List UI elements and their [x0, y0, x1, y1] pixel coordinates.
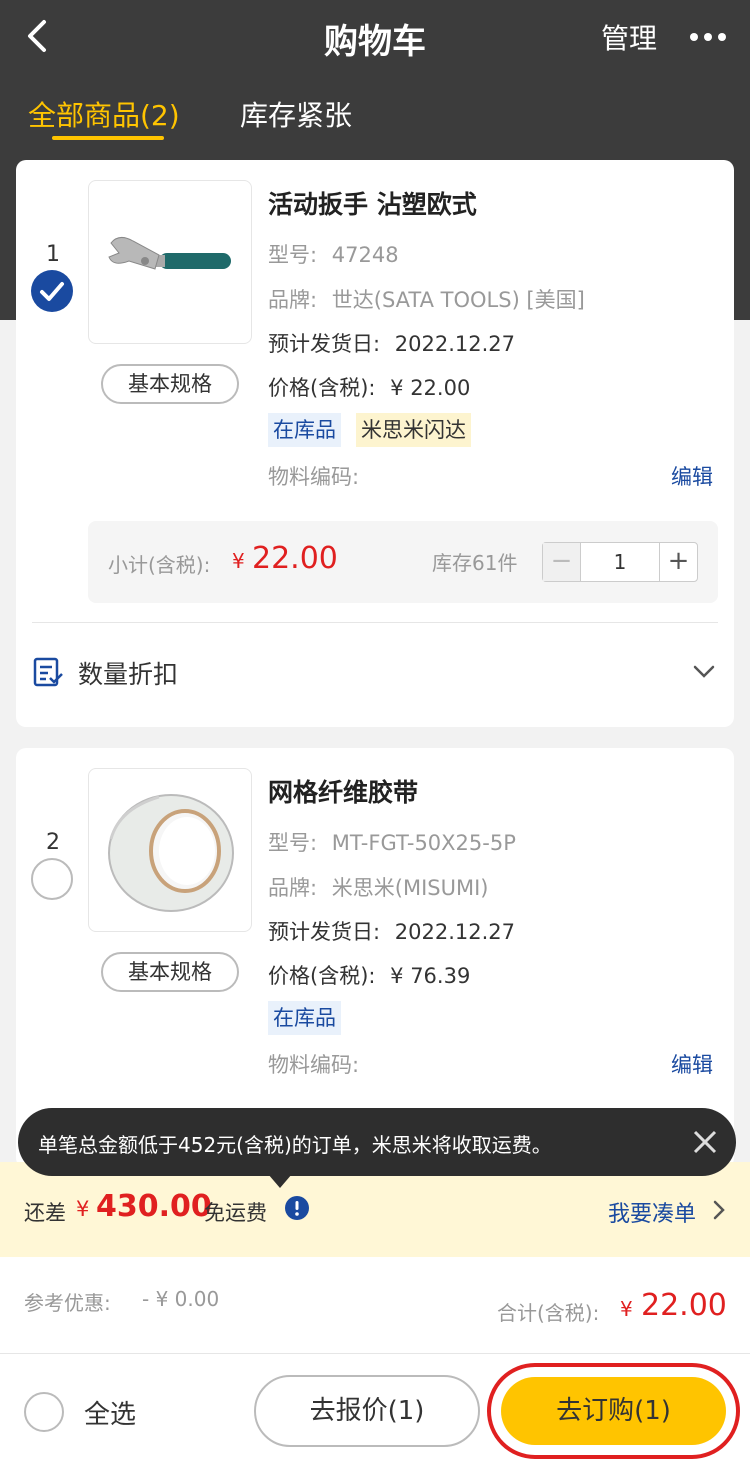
- stock-count: 库存61件: [432, 551, 518, 575]
- select-all-checkbox[interactable]: [24, 1392, 64, 1432]
- model-value: 47248: [331, 243, 399, 267]
- order-button-highlight: 去订购(1): [487, 1363, 740, 1459]
- ship-date-row: 预计发货日: 2022.12.27: [268, 916, 515, 946]
- material-code-row: 物料编码:: [268, 1049, 359, 1079]
- reference-discount-label: 参考优惠:: [24, 1291, 111, 1315]
- brand-label: 品牌:: [268, 876, 318, 900]
- order-button[interactable]: 去订购(1): [501, 1377, 726, 1445]
- price-row: 价格(含税): ¥ 22.00: [268, 372, 470, 402]
- divider: [32, 622, 718, 623]
- order-summary: 参考优惠: - ¥ 0.00 合计(含税): ¥ 22.00: [0, 1257, 750, 1353]
- price-row: 价格(含税): ¥ 76.39: [268, 960, 470, 990]
- price-label: 价格(含税):: [268, 964, 376, 988]
- brand-row: 品牌: 世达(SATA TOOLS) [美国]: [268, 284, 585, 314]
- quantity-stepper: − 1 +: [542, 542, 698, 582]
- item-index: 1: [46, 242, 60, 267]
- spec-button[interactable]: 基本规格: [101, 364, 239, 404]
- brand-label: 品牌:: [268, 288, 318, 312]
- close-icon[interactable]: [688, 1125, 722, 1159]
- tooltip-arrow: [268, 1174, 292, 1188]
- tab-low-stock[interactable]: 库存紧张: [240, 94, 352, 134]
- shipping-suffix: 免运费: [204, 1201, 267, 1225]
- bottom-action-bar: 全选 去报价(1) 去订购(1): [0, 1353, 750, 1466]
- price-value: ¥ 76.39: [390, 964, 471, 988]
- in-stock-tag: 在库品: [268, 1001, 341, 1035]
- info-icon[interactable]: [284, 1195, 310, 1221]
- quantity-input[interactable]: 1: [581, 543, 659, 581]
- ship-date-label: 预计发货日:: [268, 920, 381, 944]
- total-currency: ¥: [620, 1297, 633, 1321]
- ship-date-row: 预计发货日: 2022.12.27: [268, 328, 515, 358]
- item-checkbox-unchecked[interactable]: [31, 858, 73, 900]
- cart-item-card: 1 基本规格 活动扳手 沾塑欧式 型号: 47248 品牌: 世达(SATA T…: [16, 160, 734, 727]
- subtotal-value: 22.00: [252, 541, 338, 576]
- model-label: 型号:: [268, 831, 318, 855]
- tag-row: 在库品 米思米闪达: [268, 413, 568, 447]
- price-label: 价格(含税):: [268, 376, 376, 400]
- material-code-row: 物料编码:: [268, 461, 359, 491]
- fast-ship-tag: 米思米闪达: [356, 413, 471, 447]
- shipping-currency: ¥: [76, 1197, 90, 1221]
- item-index: 2: [46, 830, 60, 855]
- in-stock-tag: 在库品: [268, 413, 341, 447]
- tag-row: 在库品: [268, 1001, 568, 1035]
- tab-all-products[interactable]: 全部商品(2): [28, 94, 180, 134]
- quantity-plus-button[interactable]: +: [659, 543, 697, 581]
- subtotal-box: 小计(含税): ¥ 22.00 库存61件 − 1 +: [88, 521, 718, 603]
- shipping-prefix: 还差: [24, 1201, 66, 1225]
- ship-date-value: 2022.12.27: [394, 332, 516, 356]
- chevron-down-icon[interactable]: [692, 662, 716, 682]
- subtotal-label: 小计(含税):: [108, 553, 211, 577]
- total-value: 22.00: [641, 1288, 727, 1323]
- ship-date-label: 预计发货日:: [268, 332, 381, 356]
- brand-row: 品牌: 米思米(MISUMI): [268, 872, 488, 902]
- quantity-discount-label[interactable]: 数量折扣: [78, 655, 178, 691]
- edit-link[interactable]: 编辑: [671, 461, 713, 491]
- reference-discount-value: - ¥ 0.00: [142, 1287, 220, 1311]
- chevron-right-icon[interactable]: [712, 1199, 726, 1221]
- model-row: 型号: MT-FGT-50X25-5P: [268, 827, 516, 857]
- nav-bar: 购物车 管理: [0, 0, 750, 75]
- product-image-tape[interactable]: [88, 768, 252, 932]
- brand-value: 米思米(MISUMI): [331, 876, 489, 900]
- shipping-remaining-amount: 430.00: [96, 1189, 212, 1224]
- add-on-items-link[interactable]: 我要凑单: [608, 1196, 696, 1228]
- tab-active-indicator: [52, 136, 164, 140]
- spec-button[interactable]: 基本规格: [101, 952, 239, 992]
- cart-item-card: 2 基本规格 网格纤维胶带 型号: MT-FGT-50X25-5P 品牌: 米思…: [16, 748, 734, 1168]
- subtotal-currency: ¥: [232, 549, 245, 573]
- total-label: 合计(含税):: [497, 1301, 600, 1325]
- quantity-minus-button[interactable]: −: [543, 543, 581, 581]
- product-name[interactable]: 活动扳手 沾塑欧式: [268, 185, 477, 221]
- model-row: 型号: 47248: [268, 239, 399, 269]
- item-checkbox-checked[interactable]: [31, 270, 73, 312]
- manage-button[interactable]: 管理: [601, 17, 657, 57]
- shipping-tooltip: 单笔总金额低于452元(含税)的订单，米思米将收取运费。: [18, 1108, 736, 1176]
- quote-button[interactable]: 去报价(1): [254, 1375, 480, 1447]
- model-value: MT-FGT-50X25-5P: [331, 831, 516, 855]
- material-code-label: 物料编码:: [268, 465, 360, 489]
- more-icon[interactable]: [688, 22, 728, 52]
- product-name[interactable]: 网格纤维胶带: [268, 773, 418, 809]
- ship-date-value: 2022.12.27: [394, 920, 516, 944]
- model-label: 型号:: [268, 243, 318, 267]
- select-all-label[interactable]: 全选: [84, 1394, 136, 1431]
- free-shipping-bar: 还差 ¥ 430.00 免运费 我要凑单: [0, 1162, 750, 1257]
- price-value: ¥ 22.00: [390, 376, 471, 400]
- material-code-label: 物料编码:: [268, 1053, 360, 1077]
- edit-link[interactable]: 编辑: [671, 1049, 713, 1079]
- tooltip-text: 单笔总金额低于452元(含税)的订单，米思米将收取运费。: [38, 1133, 552, 1157]
- discount-list-icon: [32, 656, 64, 688]
- product-image-wrench[interactable]: [88, 180, 252, 344]
- brand-value: 世达(SATA TOOLS) [美国]: [331, 288, 585, 312]
